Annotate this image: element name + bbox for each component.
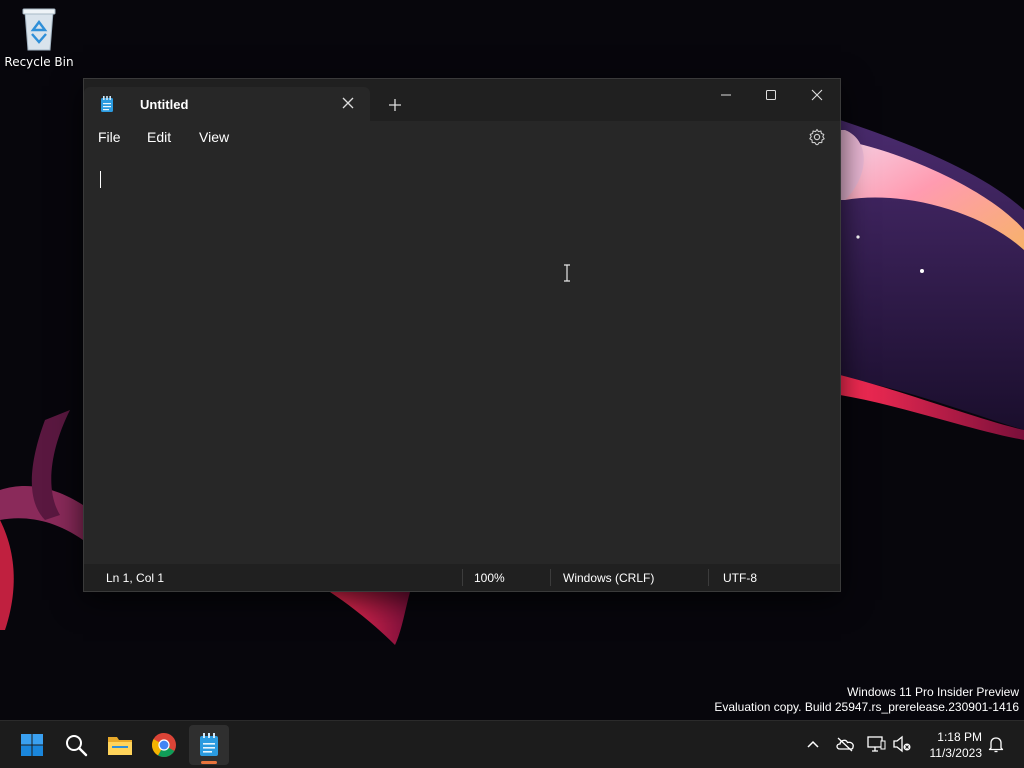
menu-edit[interactable]: Edit [147,129,171,145]
system-clock[interactable]: 1:18 PM 11/3/2023 [920,729,983,761]
text-editor[interactable] [84,153,840,563]
status-divider [462,569,463,586]
notepad-taskbar-button[interactable] [189,725,229,765]
taskbar: 1:18 PM 11/3/2023 [0,720,1024,768]
text-caret [100,171,101,188]
title-bar[interactable]: Untitled [84,79,840,121]
close-icon [811,89,823,101]
status-divider [708,569,709,586]
status-zoom: 100% [474,571,505,585]
recycle-bin-icon [22,8,56,51]
notepad-window[interactable]: Untitled File Edit View Ln 1, Col 1 100%… [83,78,841,592]
start-icon [21,734,43,756]
chrome-button[interactable] [144,725,184,765]
tab-untitled[interactable]: Untitled [84,87,370,121]
file-explorer-button[interactable] [100,725,140,765]
chrome-icon [151,733,176,758]
minimize-button[interactable] [703,79,749,111]
recycle-bin-label: Recycle Bin [4,55,74,69]
status-encoding: UTF-8 [723,571,757,585]
gear-icon[interactable] [808,128,826,146]
menu-view[interactable]: View [199,129,229,145]
file-explorer-icon [108,737,132,755]
status-bar: Ln 1, Col 1 100% Windows (CRLF) UTF-8 [84,564,840,591]
watermark-line-1: Windows 11 Pro Insider Preview [847,685,1019,699]
maximize-button[interactable] [748,79,794,111]
close-window-button[interactable] [794,79,840,111]
clock-date: 11/3/2023 [929,746,983,760]
search-icon [66,735,88,757]
start-button[interactable] [12,725,52,765]
maximize-icon [766,90,776,100]
notification-bell-icon [988,737,1004,753]
search-button[interactable] [56,725,96,765]
tab-title: Untitled [140,97,189,112]
network-button[interactable] [865,733,887,755]
volume-muted-icon [893,735,911,753]
status-cursor-position: Ln 1, Col 1 [106,571,165,585]
notifications-button[interactable] [985,733,1007,755]
show-hidden-icons-button[interactable] [802,733,824,755]
onedrive-button[interactable] [834,733,856,755]
ibeam-cursor-icon [564,264,570,282]
status-divider [550,569,551,586]
clock-time: 1:18 PM [937,730,982,744]
menu-file[interactable]: File [98,129,121,145]
chevron-up-icon [807,740,819,748]
add-tab-icon[interactable] [384,98,406,112]
active-app-indicator [201,761,217,764]
close-tab-icon[interactable] [341,96,355,110]
watermark-line-2: Evaluation copy. Build 25947.rs_prerelea… [714,700,1019,714]
onedrive-icon [836,737,854,752]
minimize-icon [721,94,731,96]
notepad-icon [200,733,218,756]
notepad-icon [101,96,113,112]
volume-button[interactable] [891,733,913,755]
evaluation-watermark: Windows 11 Pro Insider Preview Evaluatio… [714,685,1019,715]
status-line-ending: Windows (CRLF) [563,571,655,585]
menu-bar: File Edit View [84,121,840,153]
network-icon [867,736,886,752]
desktop-icon-recycle-bin[interactable]: Recycle Bin [4,6,74,76]
